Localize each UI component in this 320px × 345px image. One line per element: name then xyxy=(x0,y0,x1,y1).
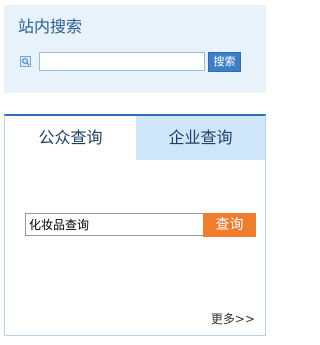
site-search-button[interactable]: 搜索 xyxy=(208,52,241,72)
query-panel: 公众查询 企业查询 查询 更多>> xyxy=(4,114,266,336)
site-search-title: 站内搜索 xyxy=(18,17,83,36)
query-button[interactable]: 查询 xyxy=(203,213,256,237)
magnifier-icon xyxy=(20,56,31,67)
site-search-panel: 站内搜索 搜索 xyxy=(4,5,266,93)
tab-company-query[interactable]: 企业查询 xyxy=(136,116,265,160)
query-tabs: 公众查询 企业查询 xyxy=(5,116,265,160)
site-search-input[interactable] xyxy=(39,52,205,71)
more-link[interactable]: 更多>> xyxy=(211,312,255,326)
query-input[interactable] xyxy=(25,213,205,236)
tab-public-query[interactable]: 公众查询 xyxy=(5,116,136,160)
